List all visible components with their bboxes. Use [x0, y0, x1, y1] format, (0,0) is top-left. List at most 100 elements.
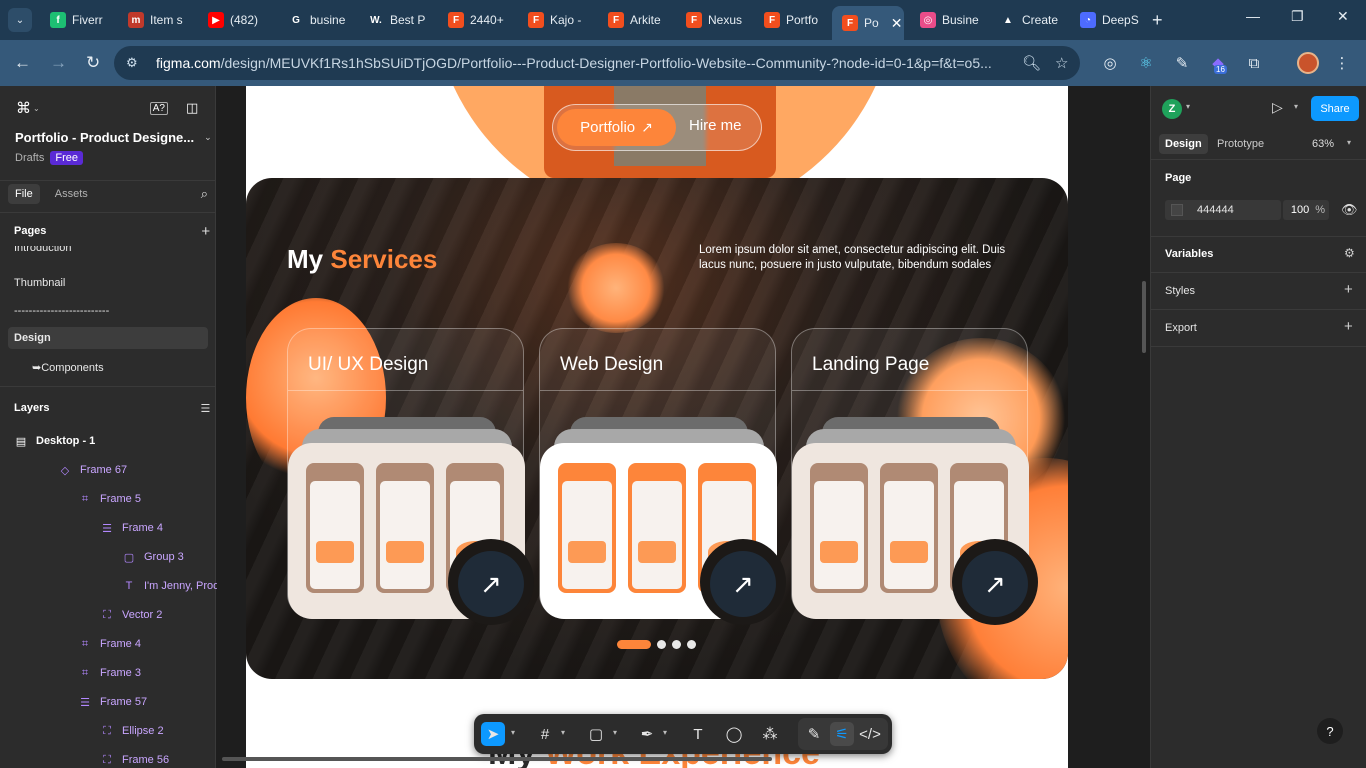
browser-tab[interactable]: Gbusine — [278, 6, 354, 34]
variables-settings-icon[interactable]: ⚙ — [1344, 246, 1355, 260]
portfolio-button[interactable]: Portfolio ↗ — [557, 109, 676, 146]
chevron-down-icon[interactable]: ⌄ — [33, 104, 40, 113]
services-section[interactable]: My Services Lorem ipsum dolor sit amet, … — [246, 178, 1068, 679]
carousel-dot[interactable] — [672, 640, 681, 649]
page-color-hex[interactable]: 444444 — [1197, 204, 1234, 216]
carousel-dot[interactable] — [617, 640, 651, 649]
browser-tab[interactable]: m Item s — [118, 6, 194, 34]
tab-design[interactable]: Design — [1159, 134, 1208, 154]
browser-tab[interactable]: F 2440+ — [438, 6, 514, 34]
layer-row[interactable]: T I'm Jenny, Prod — [122, 575, 220, 597]
design-canvas[interactable]: Portfolio ↗ Hire me My Services Lorem ip… — [217, 86, 1149, 768]
zoom-level[interactable]: 63% — [1312, 138, 1334, 150]
url-text[interactable]: figma.com/design/MEUVKf1Rs1hSbSUiDTjOGD/… — [156, 55, 1008, 71]
toggle-sidebar-icon[interactable]: ◫ — [186, 100, 198, 116]
forward-icon[interactable]: → — [50, 53, 67, 73]
page-opacity-value[interactable]: 100 — [1291, 204, 1309, 216]
add-page-icon[interactable]: + — [201, 223, 210, 240]
chevron-down-icon[interactable]: ▾ — [1347, 138, 1351, 147]
layer-row[interactable]: ⛶ Vector 2 — [100, 604, 162, 626]
figma-menu-icon[interactable]: ⌘ — [16, 99, 31, 117]
browser-tab[interactable]: f Fiverr — [40, 6, 116, 34]
restore-button[interactable]: ❐ — [1291, 8, 1304, 25]
chevron-down-icon[interactable]: ⌄ — [204, 132, 212, 143]
react-devtools-icon[interactable]: ⚛ — [1135, 52, 1157, 74]
move-tool-button[interactable]: ➤ — [481, 722, 505, 746]
tab-search-button[interactable]: ⌄ — [8, 8, 32, 32]
browser-tab[interactable]: F Arkite — [598, 6, 674, 34]
shape-tool-button[interactable]: ▢ — [584, 722, 608, 746]
new-tab-button[interactable]: + — [1152, 10, 1163, 31]
browser-tab[interactable]: F Portfo — [754, 6, 830, 34]
pen-tool-button[interactable]: ✒ — [635, 722, 659, 746]
search-icon[interactable]: ⌕ — [201, 186, 208, 202]
variables-heading[interactable]: Variables — [1165, 248, 1213, 260]
address-bar[interactable]: ⚙ figma.com/design/MEUVKf1Rs1hSbSUiDTjOG… — [114, 46, 1080, 80]
page-item[interactable]: Introduction — [8, 246, 208, 258]
tab-file[interactable]: File — [8, 184, 40, 204]
page-item[interactable]: -------------------------- — [8, 300, 208, 322]
tab-prototype[interactable]: Prototype — [1211, 134, 1270, 154]
service-arrow-button[interactable]: ↗ — [962, 551, 1028, 617]
chevron-down-icon[interactable]: ▾ — [1186, 102, 1190, 111]
layer-row[interactable]: ☰ Frame 57 — [78, 691, 147, 713]
page-item[interactable]: ➥Components — [8, 356, 208, 378]
page-item[interactable]: Thumbnail — [8, 272, 208, 294]
service-card[interactable]: UI/ UX Design ↗ — [287, 328, 534, 625]
back-icon[interactable]: ← — [14, 53, 31, 73]
bookmark-star-icon[interactable]: ☆ — [1055, 54, 1068, 72]
user-avatar[interactable]: Z — [1162, 99, 1182, 119]
zoom-search-icon[interactable]: 🔍︎ — [1022, 54, 1041, 72]
chevron-down-icon[interactable]: ▾ — [613, 728, 617, 737]
service-card[interactable]: Landing Page ↗ — [791, 328, 1038, 625]
service-arrow-button[interactable]: ↗ — [458, 551, 524, 617]
layer-row[interactable]: ◇ Frame 67 — [58, 459, 127, 481]
browser-tab[interactable]: ▶ (482) — [198, 6, 274, 34]
layer-row[interactable]: ▢ Group 3 — [122, 546, 184, 568]
horizontal-scrollbar[interactable] — [222, 757, 772, 761]
layer-row[interactable]: ⛶ Frame 56 — [100, 749, 169, 768]
browser-tab[interactable]: ▲ Create — [990, 6, 1066, 34]
ai-icon[interactable]: A? — [149, 101, 168, 115]
browser-tab[interactable]: F Po ✕ — [832, 6, 904, 40]
help-button[interactable]: ? — [1317, 718, 1343, 744]
close-tab-icon[interactable]: ✕ — [891, 15, 903, 32]
color-swatch[interactable] — [1171, 204, 1183, 216]
share-button[interactable]: Share — [1311, 96, 1359, 121]
layer-row[interactable]: ⛶ Ellipse 2 — [100, 720, 163, 742]
service-arrow-button[interactable]: ↗ — [710, 551, 776, 617]
profile-avatar[interactable] — [1297, 52, 1319, 74]
file-name[interactable]: Portfolio - Product Designe... — [15, 130, 194, 145]
visibility-eye-icon[interactable]: 👁︎ — [1341, 202, 1358, 218]
chevron-down-icon[interactable]: ▾ — [663, 728, 667, 737]
service-card[interactable]: Web Design ↗ — [539, 328, 786, 625]
browser-tab[interactable]: ◔ DeepS — [1070, 6, 1146, 34]
present-play-icon[interactable]: ▷ — [1272, 99, 1283, 116]
extension-icon[interactable]: ◎ — [1099, 52, 1121, 74]
browser-tab[interactable]: W. Best P — [358, 6, 434, 34]
eyedropper-icon[interactable]: ✎ — [1171, 52, 1193, 74]
browser-menu-icon[interactable]: ⋮ — [1331, 52, 1353, 74]
carousel-dot[interactable] — [657, 640, 666, 649]
browser-tab[interactable]: F Kajo - — [518, 6, 594, 34]
design-mode-button[interactable]: ⚟ — [830, 722, 854, 746]
layer-row[interactable]: ☰ Frame 4 — [100, 517, 163, 539]
text-tool-button[interactable]: T — [686, 722, 710, 746]
extensions-puzzle-icon[interactable]: ⧉ — [1243, 52, 1265, 74]
page-opacity-field[interactable]: 100 % — [1283, 200, 1329, 220]
browser-tab[interactable]: ◎ Busine — [910, 6, 986, 34]
minimize-button[interactable]: — — [1246, 8, 1260, 24]
add-style-icon[interactable]: + — [1344, 281, 1353, 298]
layer-row[interactable]: ⌗ Frame 5 — [78, 488, 141, 510]
layer-row[interactable]: ▤ Desktop - 1 — [14, 430, 96, 452]
page-item[interactable]: Design — [8, 327, 208, 349]
chevron-down-icon[interactable]: ▾ — [1294, 102, 1298, 111]
chevron-down-icon[interactable]: ▾ — [561, 728, 565, 737]
actions-button[interactable]: ⁂ — [758, 722, 782, 746]
file-location[interactable]: Drafts — [15, 152, 44, 164]
chevron-down-icon[interactable]: ▾ — [511, 728, 515, 737]
draw-mode-button[interactable]: ✎ — [802, 722, 826, 746]
hire-me-button[interactable]: Hire me — [689, 117, 742, 134]
close-window-button[interactable]: ✕ — [1337, 8, 1349, 25]
reload-icon[interactable]: ↻ — [86, 53, 100, 73]
